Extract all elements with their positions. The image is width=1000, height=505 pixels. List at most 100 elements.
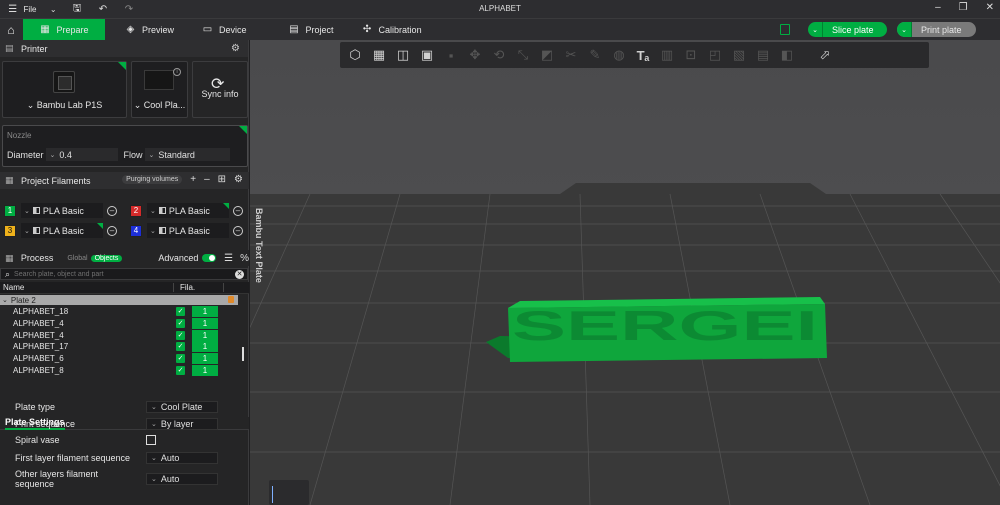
undo-icon[interactable]: ↶ [96,2,110,16]
add-plate-icon[interactable]: ▦ [369,45,389,65]
tab-device[interactable]: ▭ Device [188,19,261,41]
tab-project[interactable]: ▤ Project [275,19,348,41]
plate-select-card[interactable]: i ⌄ Cool Pla... [131,61,188,118]
visibility-checkbox[interactable]: ✓ [176,307,185,317]
emboss-icon[interactable]: ◧ [777,45,797,65]
search-input[interactable]: ⌕ Search plate, object and part ✕ [0,268,248,280]
first-layer-sequence-select[interactable]: ⌄ Auto [146,452,218,464]
percent-icon[interactable]: % [240,253,249,264]
orient-icon[interactable]: ◫ [393,45,413,65]
slice-dropdown-chevron-icon[interactable]: ⌄ [808,22,823,37]
add-filament-icon[interactable]: + [190,174,196,185]
print-dropdown-chevron-icon[interactable]: ⌄ [897,22,912,37]
table-row[interactable]: ALPHABET_4 ✓ 1 [0,318,238,330]
filament-color-swatch[interactable]: 3 [4,224,16,237]
object-list-scrollbar[interactable] [242,347,244,361]
plate-type-select[interactable]: ⌄ Cool Plate [146,401,218,413]
file-menu[interactable]: ☰ File ⌄ [0,2,60,16]
home-button[interactable]: ⌂ [0,19,22,41]
table-row[interactable]: ALPHABET_17 ✓ 1 [0,341,238,353]
print-sequence-select[interactable]: ⌄ By layer [146,418,218,430]
remove-filament-icon[interactable]: – [233,205,243,216]
list-view-icon[interactable]: ☰ [224,253,233,264]
column-fila-header[interactable]: Fila. [174,283,224,292]
seam-paint-icon[interactable]: ◍ [609,45,629,65]
tab-prepare[interactable]: ▦ Prepare [23,18,105,41]
filament-select[interactable]: ⌄ PLA Basic [147,223,229,238]
filament-slot-4[interactable]: 4 ⌄ PLA Basic – [130,222,248,239]
arrange-icon[interactable]: ▣ [417,45,437,65]
filament-index[interactable]: 1 [192,353,218,365]
tab-calibration[interactable]: ✣ Calibration [348,19,436,41]
cut-icon[interactable]: ✂ [561,45,581,65]
lock-icon[interactable] [228,296,234,303]
filament-index[interactable]: 1 [192,341,218,353]
purging-volumes-button[interactable]: Purging volumes [122,175,183,184]
printer-select-card[interactable]: ⌄ Bambu Lab P1S [2,61,127,118]
slice-plate-button[interactable]: ⌄ Slice plate [808,22,887,37]
visibility-checkbox[interactable]: ✓ [176,342,185,352]
filament-color-swatch[interactable]: 4 [130,224,142,237]
save-icon[interactable]: 🖫 [70,2,84,16]
gear-icon[interactable]: ⚙ [231,43,240,54]
remove-filament-icon[interactable]: – [107,205,117,216]
filament-color-swatch[interactable]: 1 [4,204,16,217]
visibility-checkbox[interactable]: ✓ [176,365,185,375]
info-icon[interactable]: i [173,68,181,76]
close-icon[interactable]: ✕ [986,2,994,13]
print-plate-button[interactable]: ⌄ Print plate [897,22,976,37]
flow-select[interactable]: ⌄ Standard [144,148,230,161]
rotate-icon[interactable]: ⟲ [489,45,509,65]
color-paint-icon[interactable]: ▧ [729,45,749,65]
maximize-icon[interactable]: ❐ [959,2,968,13]
filament-color-swatch[interactable]: 2 [130,204,142,217]
filament-slot-2[interactable]: 2 ⌄ PLA Basic – [130,202,248,219]
text-tool-icon[interactable]: Tₐ [633,45,653,65]
filament-select[interactable]: ⌄ PLA Basic [21,203,103,218]
add-object-icon[interactable]: ⬡ [345,45,365,65]
plate-row[interactable]: ⌄ Plate 2 [0,295,238,305]
filament-index[interactable]: 1 [192,306,218,318]
filament-slot-3[interactable]: 3 ⌄ PLA Basic – [4,222,122,239]
visibility-checkbox[interactable]: ✓ [176,319,185,329]
lay-on-face-icon[interactable]: ◩ [537,45,557,65]
scale-icon[interactable]: ⤡ [513,45,533,65]
redo-icon[interactable]: ↷ [122,2,136,16]
support-paint-icon[interactable]: ✎ [585,45,605,65]
advanced-toggle[interactable] [202,254,217,262]
other-layers-sequence-select[interactable]: ⌄ Auto [146,473,218,485]
diameter-select[interactable]: ⌄ 0.4 [45,148,118,161]
assembly-icon[interactable]: ⊡ [681,45,701,65]
filament-select[interactable]: ⌄ PLA Basic [147,203,229,218]
plate-overview-icon[interactable] [780,24,790,35]
split-icon[interactable]: ▪ [441,45,461,65]
filament-index[interactable]: 1 [192,329,218,341]
variable-layer-icon[interactable]: ▤ [753,45,773,65]
spiral-vase-checkbox[interactable] [146,435,156,445]
filament-settings-icon[interactable]: ⚙ [234,174,243,185]
explode-icon[interactable]: ⬀ [815,45,835,65]
visibility-checkbox[interactable]: ✓ [176,354,185,364]
mesh-boolean-icon[interactable]: ◰ [705,45,725,65]
clear-search-icon[interactable]: ✕ [235,270,244,279]
measure-icon[interactable]: ▥ [657,45,677,65]
3d-model-sergei[interactable]: SERGEI [486,297,827,362]
global-option[interactable]: Global [67,255,87,262]
remove-filament-icon[interactable]: – [107,225,117,236]
table-row[interactable]: ALPHABET_8 ✓ 1 [0,364,238,376]
3d-viewport[interactable]: Bambu Text Plate SERGEI ⬡ ▦ ◫ ▣ ▪ ✥ ⟲ ⤡ … [250,40,1000,505]
minimize-icon[interactable]: – [935,2,941,13]
remove-filament-icon[interactable]: – [233,225,243,236]
objects-option[interactable]: Objects [90,254,123,262]
visibility-checkbox[interactable]: ✓ [176,330,185,340]
collapse-chevron-icon[interactable]: ⌄ [2,296,8,304]
table-row[interactable]: ALPHABET_18 ✓ 1 [0,306,238,318]
sync-filament-icon[interactable]: ⊞ [218,174,226,185]
table-row[interactable]: ALPHABET_6 ✓ 1 [0,353,238,365]
remove-filament-icon[interactable]: – [204,174,210,185]
column-name-header[interactable]: Name [0,283,174,292]
tab-preview[interactable]: ◈ Preview [111,19,188,41]
filament-index[interactable]: 1 [192,318,218,330]
table-row[interactable]: ALPHABET_4 ✓ 1 [0,329,238,341]
filament-slot-1[interactable]: 1 ⌄ PLA Basic – [4,202,122,219]
